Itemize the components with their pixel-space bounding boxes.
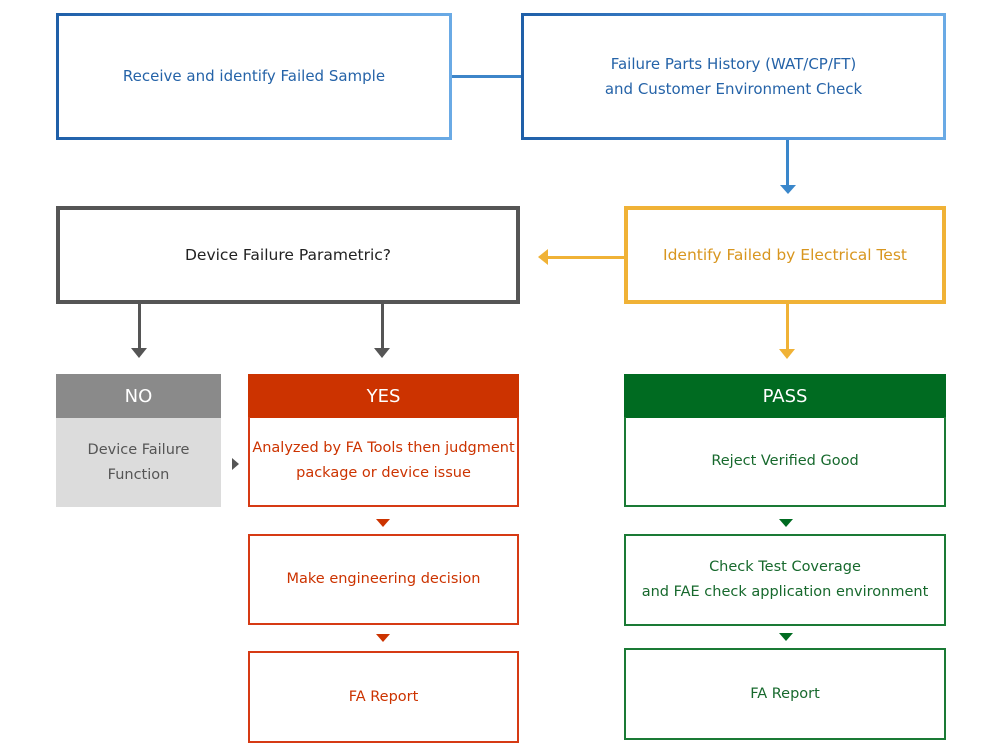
- electrical-to-parametric-arrow-line: [546, 256, 624, 259]
- parametric-label: Device Failure Parametric?: [184, 245, 392, 264]
- pass-step-2-line-2: and FAE check application environment: [641, 584, 929, 600]
- pass-step-3-line-1: FA Report: [750, 685, 820, 702]
- pass-step-2-line-1: Check Test Coverage: [709, 559, 861, 575]
- yes-step-analyze-box: Analyzed by FA Tools then judgment packa…: [248, 417, 519, 507]
- arrow-down-icon: [780, 185, 796, 194]
- arrow-right-icon: [232, 458, 239, 470]
- arrow-down-icon: [131, 348, 147, 358]
- yes-step-1-line-2: package or device issue: [296, 465, 471, 481]
- pass-step-fa-report-box: FA Report: [624, 648, 946, 740]
- arrow-left-icon: [538, 249, 548, 265]
- arrow-down-icon: [374, 348, 390, 358]
- history-line-1: Failure Parts History (WAT/CP/FT): [610, 54, 857, 73]
- yes-step-engineering-decision-box: Make engineering decision: [248, 534, 519, 625]
- no-branch-body: Device Failure Function: [56, 418, 221, 507]
- arrow-down-icon: [376, 519, 390, 527]
- parametric-to-yes-arrow-line: [381, 304, 384, 350]
- parametric-to-no-arrow-line: [138, 304, 141, 350]
- no-branch-header: NO: [56, 374, 221, 418]
- electrical-to-pass-arrow-line: [786, 304, 789, 350]
- history-to-electrical-arrow-line: [786, 140, 789, 186]
- pass-branch-header: PASS: [624, 374, 946, 418]
- electrical-test-box: Identify Failed by Electrical Test: [624, 206, 946, 304]
- arrow-down-icon: [779, 633, 793, 641]
- failure-parts-history-box: Failure Parts History (WAT/CP/FT) and Cu…: [521, 13, 946, 140]
- history-line-2: and Customer Environment Check: [604, 79, 863, 98]
- arrow-down-icon: [779, 519, 793, 527]
- pass-step-1-line-1: Reject Verified Good: [711, 452, 859, 469]
- yes-step-3-line-1: FA Report: [348, 688, 419, 705]
- yes-header-label: YES: [366, 385, 401, 407]
- yes-step-fa-report-box: FA Report: [248, 651, 519, 743]
- pass-header-label: PASS: [762, 385, 808, 407]
- yes-step-2-line-1: Make engineering decision: [286, 571, 481, 587]
- no-header-label: NO: [124, 385, 153, 407]
- no-body-line-1: Device Failure: [87, 441, 190, 458]
- device-failure-parametric-box: Device Failure Parametric?: [56, 206, 520, 304]
- yes-step-1-line-1: Analyzed by FA Tools then judgment: [252, 440, 515, 456]
- yes-branch-header: YES: [248, 374, 519, 418]
- pass-step-reject-verified-box: Reject Verified Good: [624, 417, 946, 507]
- receive-to-history-connector: [452, 75, 521, 78]
- arrow-down-icon: [376, 634, 390, 642]
- receive-line-1: Receive and identify Failed Sample: [122, 67, 386, 85]
- electrical-label: Identify Failed by Electrical Test: [663, 245, 907, 264]
- pass-step-check-coverage-box: Check Test Coverage and FAE check applic…: [624, 534, 946, 626]
- no-body-line-2: Function: [107, 466, 170, 483]
- arrow-down-icon: [779, 349, 795, 359]
- receive-failed-sample-box: Receive and identify Failed Sample: [56, 13, 452, 140]
